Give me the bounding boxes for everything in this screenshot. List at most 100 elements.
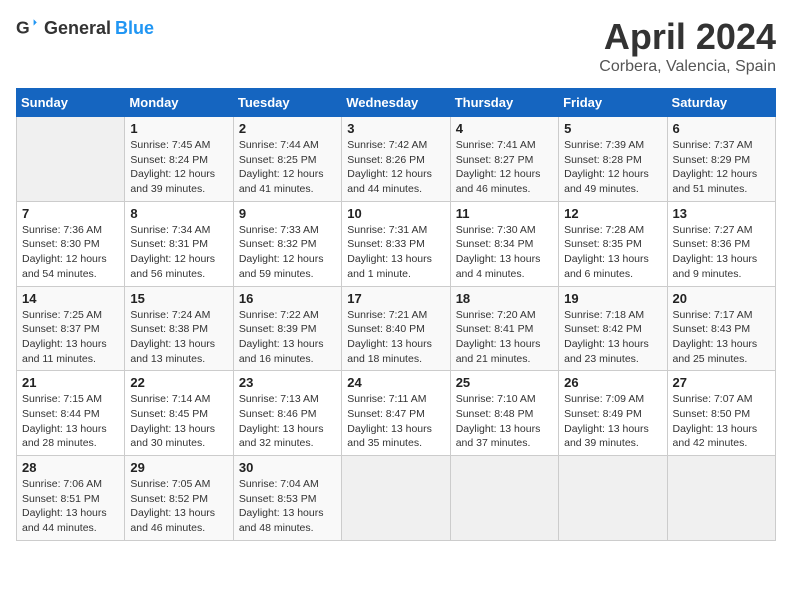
day-number: 25 xyxy=(456,375,553,390)
day-number: 21 xyxy=(22,375,119,390)
calendar-cell xyxy=(17,117,125,202)
day-number: 24 xyxy=(347,375,444,390)
calendar-cell: 24 Sunrise: 7:11 AM Sunset: 8:47 PM Dayli… xyxy=(342,371,450,456)
calendar-cell: 2 Sunrise: 7:44 AM Sunset: 8:25 PM Daylig… xyxy=(233,117,341,202)
day-number: 2 xyxy=(239,121,336,136)
calendar-cell: 7Sunrise: 7:36 AM Sunset: 8:30 PM Daylig… xyxy=(17,201,125,286)
calendar-cell: 3 Sunrise: 7:42 AM Sunset: 8:26 PM Daylig… xyxy=(342,117,450,202)
header-thursday: Thursday xyxy=(450,89,558,117)
day-number: 6 xyxy=(673,121,770,136)
day-number: 13 xyxy=(673,206,770,221)
cell-info: Sunrise: 7:13 AM Sunset: 8:46 PM Dayligh… xyxy=(239,392,336,451)
day-number: 30 xyxy=(239,460,336,475)
day-number: 27 xyxy=(673,375,770,390)
calendar-cell: 18 Sunrise: 7:20 AM Sunset: 8:41 PM Dayli… xyxy=(450,286,558,371)
cell-info: Sunrise: 7:04 AM Sunset: 8:53 PM Dayligh… xyxy=(239,477,336,536)
cell-info: Sunrise: 7:09 AM Sunset: 8:49 PM Dayligh… xyxy=(564,392,661,451)
cell-info: Sunrise: 7:22 AM Sunset: 8:39 PM Dayligh… xyxy=(239,308,336,367)
day-number: 17 xyxy=(347,291,444,306)
cell-info: Sunrise: 7:15 AM Sunset: 8:44 PM Dayligh… xyxy=(22,392,119,451)
day-number: 5 xyxy=(564,121,661,136)
cell-info: Sunrise: 7:27 AM Sunset: 8:36 PM Dayligh… xyxy=(673,223,770,282)
cell-info: Sunrise: 7:36 AM Sunset: 8:30 PM Dayligh… xyxy=(22,223,119,282)
cell-info: Sunrise: 7:18 AM Sunset: 8:42 PM Dayligh… xyxy=(564,308,661,367)
day-number: 11 xyxy=(456,206,553,221)
calendar-table: SundayMondayTuesdayWednesdayThursdayFrid… xyxy=(16,88,776,541)
header-friday: Friday xyxy=(559,89,667,117)
calendar-cell xyxy=(559,456,667,541)
month-title: April 2024 xyxy=(599,16,776,58)
cell-info: Sunrise: 7:34 AM Sunset: 8:31 PM Dayligh… xyxy=(130,223,227,282)
day-number: 8 xyxy=(130,206,227,221)
title-block: April 2024 Corbera, Valencia, Spain xyxy=(599,16,776,76)
cell-info: Sunrise: 7:33 AM Sunset: 8:32 PM Dayligh… xyxy=(239,223,336,282)
cell-info: Sunrise: 7:44 AM Sunset: 8:25 PM Dayligh… xyxy=(239,138,336,197)
location-title: Corbera, Valencia, Spain xyxy=(599,58,776,76)
calendar-cell: 19Sunrise: 7:18 AM Sunset: 8:42 PM Dayli… xyxy=(559,286,667,371)
day-number: 28 xyxy=(22,460,119,475)
cell-info: Sunrise: 7:25 AM Sunset: 8:37 PM Dayligh… xyxy=(22,308,119,367)
logo-general: General xyxy=(44,18,111,39)
calendar-cell: 23 Sunrise: 7:13 AM Sunset: 8:46 PM Dayli… xyxy=(233,371,341,456)
calendar-cell: 21 Sunrise: 7:15 AM Sunset: 8:44 PM Dayli… xyxy=(17,371,125,456)
header-wednesday: Wednesday xyxy=(342,89,450,117)
day-number: 18 xyxy=(456,291,553,306)
calendar-cell: 30 Sunrise: 7:04 AM Sunset: 8:53 PM Dayli… xyxy=(233,456,341,541)
calendar-cell: 9 Sunrise: 7:33 AM Sunset: 8:32 PM Daylig… xyxy=(233,201,341,286)
cell-info: Sunrise: 7:31 AM Sunset: 8:33 PM Dayligh… xyxy=(347,223,444,282)
calendar-body: 1Sunrise: 7:45 AM Sunset: 8:24 PM Daylig… xyxy=(17,117,776,541)
page-header: G GeneralBlue April 2024 Corbera, Valenc… xyxy=(16,16,776,76)
calendar-week-row: 1Sunrise: 7:45 AM Sunset: 8:24 PM Daylig… xyxy=(17,117,776,202)
cell-info: Sunrise: 7:05 AM Sunset: 8:52 PM Dayligh… xyxy=(130,477,227,536)
header-saturday: Saturday xyxy=(667,89,775,117)
day-number: 15 xyxy=(130,291,227,306)
calendar-week-row: 28 Sunrise: 7:06 AM Sunset: 8:51 PM Dayli… xyxy=(17,456,776,541)
calendar-cell: 28 Sunrise: 7:06 AM Sunset: 8:51 PM Dayli… xyxy=(17,456,125,541)
day-number: 9 xyxy=(239,206,336,221)
day-number: 1 xyxy=(130,121,227,136)
cell-info: Sunrise: 7:42 AM Sunset: 8:26 PM Dayligh… xyxy=(347,138,444,197)
calendar-cell: 11 Sunrise: 7:30 AM Sunset: 8:34 PM Dayli… xyxy=(450,201,558,286)
calendar-cell: 22 Sunrise: 7:14 AM Sunset: 8:45 PM Dayli… xyxy=(125,371,233,456)
calendar-cell: 8 Sunrise: 7:34 AM Sunset: 8:31 PM Daylig… xyxy=(125,201,233,286)
cell-info: Sunrise: 7:21 AM Sunset: 8:40 PM Dayligh… xyxy=(347,308,444,367)
header-sunday: Sunday xyxy=(17,89,125,117)
cell-info: Sunrise: 7:20 AM Sunset: 8:41 PM Dayligh… xyxy=(456,308,553,367)
calendar-cell: 13 Sunrise: 7:27 AM Sunset: 8:36 PM Dayli… xyxy=(667,201,775,286)
day-number: 12 xyxy=(564,206,661,221)
logo-icon: G xyxy=(16,16,40,40)
calendar-cell: 10 Sunrise: 7:31 AM Sunset: 8:33 PM Dayli… xyxy=(342,201,450,286)
calendar-cell: 15 Sunrise: 7:24 AM Sunset: 8:38 PM Dayli… xyxy=(125,286,233,371)
cell-info: Sunrise: 7:07 AM Sunset: 8:50 PM Dayligh… xyxy=(673,392,770,451)
cell-info: Sunrise: 7:28 AM Sunset: 8:35 PM Dayligh… xyxy=(564,223,661,282)
calendar-cell: 4 Sunrise: 7:41 AM Sunset: 8:27 PM Daylig… xyxy=(450,117,558,202)
day-number: 29 xyxy=(130,460,227,475)
calendar-cell: 12 Sunrise: 7:28 AM Sunset: 8:35 PM Dayli… xyxy=(559,201,667,286)
day-number: 4 xyxy=(456,121,553,136)
cell-info: Sunrise: 7:10 AM Sunset: 8:48 PM Dayligh… xyxy=(456,392,553,451)
header-tuesday: Tuesday xyxy=(233,89,341,117)
calendar-cell: 25 Sunrise: 7:10 AM Sunset: 8:48 PM Dayli… xyxy=(450,371,558,456)
calendar-cell: 14Sunrise: 7:25 AM Sunset: 8:37 PM Dayli… xyxy=(17,286,125,371)
calendar-cell: 16Sunrise: 7:22 AM Sunset: 8:39 PM Dayli… xyxy=(233,286,341,371)
calendar-week-row: 7Sunrise: 7:36 AM Sunset: 8:30 PM Daylig… xyxy=(17,201,776,286)
cell-info: Sunrise: 7:14 AM Sunset: 8:45 PM Dayligh… xyxy=(130,392,227,451)
cell-info: Sunrise: 7:30 AM Sunset: 8:34 PM Dayligh… xyxy=(456,223,553,282)
calendar-week-row: 14Sunrise: 7:25 AM Sunset: 8:37 PM Dayli… xyxy=(17,286,776,371)
cell-info: Sunrise: 7:41 AM Sunset: 8:27 PM Dayligh… xyxy=(456,138,553,197)
svg-text:G: G xyxy=(16,18,30,38)
calendar-cell: 6 Sunrise: 7:37 AM Sunset: 8:29 PM Daylig… xyxy=(667,117,775,202)
cell-info: Sunrise: 7:39 AM Sunset: 8:28 PM Dayligh… xyxy=(564,138,661,197)
calendar-cell: 5 Sunrise: 7:39 AM Sunset: 8:28 PM Daylig… xyxy=(559,117,667,202)
day-number: 23 xyxy=(239,375,336,390)
day-number: 10 xyxy=(347,206,444,221)
cell-info: Sunrise: 7:11 AM Sunset: 8:47 PM Dayligh… xyxy=(347,392,444,451)
cell-info: Sunrise: 7:06 AM Sunset: 8:51 PM Dayligh… xyxy=(22,477,119,536)
calendar-header-row: SundayMondayTuesdayWednesdayThursdayFrid… xyxy=(17,89,776,117)
day-number: 3 xyxy=(347,121,444,136)
day-number: 22 xyxy=(130,375,227,390)
calendar-cell xyxy=(450,456,558,541)
calendar-cell: 29 Sunrise: 7:05 AM Sunset: 8:52 PM Dayli… xyxy=(125,456,233,541)
cell-info: Sunrise: 7:24 AM Sunset: 8:38 PM Dayligh… xyxy=(130,308,227,367)
cell-info: Sunrise: 7:37 AM Sunset: 8:29 PM Dayligh… xyxy=(673,138,770,197)
